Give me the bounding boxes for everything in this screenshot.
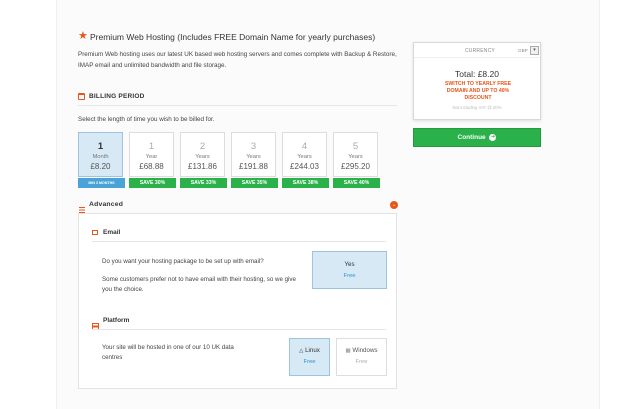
period-option-2-years[interactable]: 2 Years £131.86 (180, 132, 225, 177)
period-unit: Year (145, 154, 158, 160)
period-option-3-years[interactable]: 3 Years £191.88 (231, 132, 276, 177)
period-number: 3 (250, 141, 257, 152)
billing-period-heading: BILLING PERIOD (89, 93, 145, 100)
platform-linux-option[interactable]: △ Linux Free (289, 338, 330, 376)
order-summary: CURRENCY GBP ▾ Total: £8.20 SWITCH TO YE… (413, 42, 541, 120)
period-price: £68.88 (139, 162, 164, 171)
linux-icon: △ (299, 348, 304, 354)
vat-note: Not including VAT @ 20% (452, 105, 502, 110)
period-number: 1 (97, 141, 104, 152)
period-option-5-years[interactable]: 5 Years £295.20 (333, 132, 378, 177)
arrow-right-circle-icon: ➜ (489, 133, 497, 141)
summary-header: CURRENCY GBP ▾ (414, 43, 540, 58)
windows-price: Free (355, 359, 368, 365)
save-badge: SAVE 30% (129, 178, 176, 188)
period-option-1-month[interactable]: 1 Month £8.20 (78, 132, 123, 177)
save-badge: SAVE 40% (333, 178, 380, 188)
period-unit: Years (246, 154, 261, 160)
currency-code: GBP (518, 48, 528, 53)
period-unit: Years (297, 154, 312, 160)
continue-button[interactable]: Continue ➜ (413, 128, 541, 147)
product-description: Premium Web hosting uses our latest UK b… (78, 51, 397, 69)
period-option-1-year[interactable]: 1 Year £68.88 (129, 132, 174, 177)
email-yes-price: Free (343, 273, 356, 279)
period-number: 2 (199, 141, 206, 152)
min-months-badge: MIN 3 MONTHS (78, 178, 125, 188)
divider (92, 329, 386, 330)
email-yes-option[interactable]: Yes Free (312, 251, 387, 289)
sliders-icon (78, 201, 86, 213)
period-unit: Years (348, 154, 363, 160)
period-number: 1 (148, 141, 155, 152)
order-total: Total: £8.20 (455, 69, 499, 79)
period-price: £191.88 (239, 162, 268, 171)
period-price: £8.20 (90, 162, 111, 171)
save-badge: SAVE 33% (180, 178, 227, 188)
period-number: 4 (301, 141, 308, 152)
page-title: Premium Web Hosting (Includes FREE Domai… (90, 32, 376, 42)
email-heading: Email (103, 229, 121, 236)
continue-label: Continue (457, 134, 486, 141)
windows-label: Windows (352, 347, 378, 354)
email-yes-label: Yes (344, 261, 355, 268)
server-icon (92, 317, 99, 330)
email-note: Some customers prefer not to have email … (102, 276, 296, 293)
save-badge: SAVE 35% (231, 178, 278, 188)
envelope-icon (92, 230, 98, 235)
platform-heading: Platform (103, 317, 130, 324)
period-unit: Month (92, 154, 109, 160)
email-question: Do you want your hosting package to be s… (102, 258, 264, 265)
yearly-promo: SWITCH TO YEARLY FREE DOMAIN AND UP TO 4… (444, 81, 512, 101)
linux-label: Linux (305, 347, 320, 354)
windows-icon: ▦ (345, 348, 351, 354)
period-option-4-years[interactable]: 4 Years £244.03 (282, 132, 327, 177)
platform-text: Your site will be hosted in one of our 1… (102, 344, 234, 361)
divider (78, 105, 397, 106)
linux-price: Free (303, 359, 316, 365)
period-unit: Years (195, 154, 210, 160)
currency-label: CURRENCY (465, 48, 495, 54)
billing-instruction: Select the length of time you wish to be… (78, 116, 215, 123)
period-price: £295.20 (341, 162, 370, 171)
save-badge: SAVE 38% (282, 178, 329, 188)
period-price: £244.03 (290, 162, 319, 171)
calendar-icon (78, 93, 85, 100)
period-number: 5 (352, 141, 359, 152)
star-icon: ★ (78, 30, 88, 42)
divider (92, 241, 386, 242)
advanced-heading[interactable]: Advanced (89, 201, 123, 208)
platform-windows-option[interactable]: ▦ Windows Free (336, 338, 387, 376)
dropdown-arrow-icon[interactable]: ▾ (530, 46, 539, 55)
period-price: £131.86 (188, 162, 217, 171)
chevron-down-circle-icon[interactable]: ⌄ (390, 201, 398, 209)
